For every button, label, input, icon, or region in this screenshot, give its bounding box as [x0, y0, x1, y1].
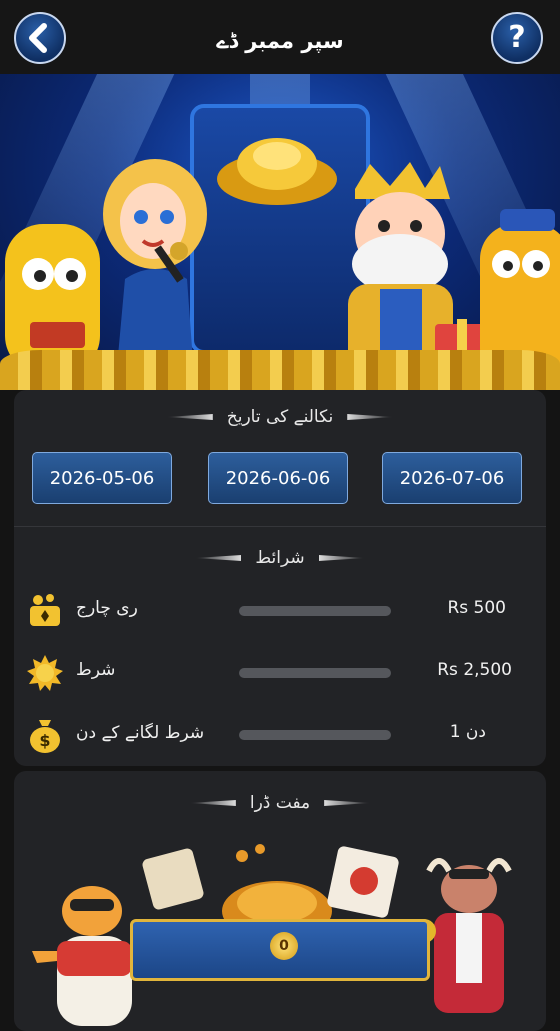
condition-progress: [239, 730, 391, 740]
free-draw-panel: مفت ڈرا 0: [14, 771, 546, 1031]
draw-date-2[interactable]: 2026-06-06: [208, 452, 348, 504]
money-bag-icon: $: [30, 720, 60, 753]
draw-info-panel: نکالنے کی تاریخ 2026-05-06 2026-06-06 20…: [14, 390, 546, 766]
condition-progress: [239, 668, 391, 678]
section-divider: [14, 526, 546, 527]
condition-row-recharge: ری چارج Rs 500: [14, 590, 546, 630]
conditions-heading: شرائط: [14, 548, 546, 568]
condition-value: Rs 2,500: [437, 660, 512, 680]
condition-row-bet: شرط Rs 2,500: [14, 652, 546, 692]
help-icon: ?: [508, 20, 526, 55]
draw-date-3[interactable]: 2026-07-06: [382, 452, 522, 504]
draw-dates-heading: نکالنے کی تاریخ: [14, 406, 546, 427]
condition-value: دن 1: [449, 722, 486, 742]
free-draw-heading-text: مفت ڈرا: [249, 793, 311, 813]
recharge-gift-icon: [30, 594, 60, 626]
free-draw-bar[interactable]: 0: [130, 919, 430, 981]
dice-decoration: [142, 844, 399, 931]
condition-label: ری چارج: [76, 598, 138, 618]
free-draw-heading: مفت ڈرا: [14, 793, 546, 813]
right-wing-decoration: [318, 555, 365, 561]
svg-text:$: $: [39, 731, 50, 750]
condition-label: شرط لگانے کے دن: [76, 723, 205, 743]
left-wing-decoration: [195, 555, 242, 561]
right-wing-decoration: [347, 414, 394, 420]
top-bar: سپر ممبر ڈے ?: [0, 0, 560, 74]
coin-pile: [0, 350, 560, 390]
condition-value: Rs 500: [447, 598, 506, 618]
left-wing-decoration: [166, 414, 213, 420]
help-button[interactable]: ?: [491, 12, 543, 64]
coin-burst-icon: [27, 655, 63, 691]
page-title: سپر ممبر ڈے: [216, 29, 344, 53]
draw-date-1[interactable]: 2026-05-06: [32, 452, 172, 504]
conditions-heading-text: شرائط: [255, 548, 305, 568]
draw-dates-heading-text: نکالنے کی تاریخ: [226, 407, 334, 427]
condition-row-days: $ شرط لگانے کے دن دن 1: [14, 714, 546, 754]
free-draw-count: 0: [270, 932, 298, 960]
right-wing-decoration: [324, 800, 371, 806]
condition-label: شرط: [76, 660, 116, 680]
left-wing-decoration: [189, 800, 236, 806]
condition-progress: [239, 606, 391, 616]
promo-banner: [0, 74, 560, 390]
